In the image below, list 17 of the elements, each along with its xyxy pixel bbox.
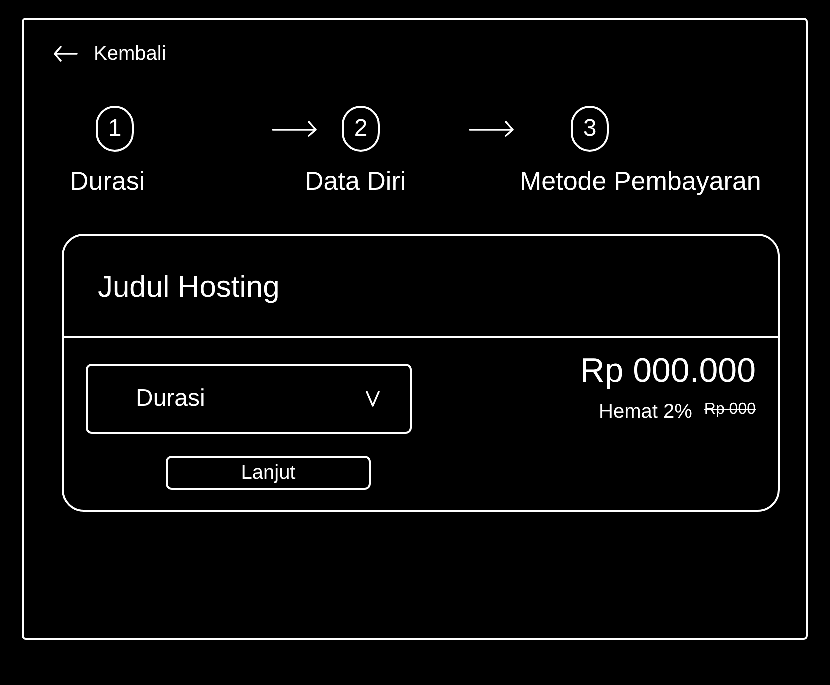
duration-select[interactable]: Durasi (86, 364, 412, 434)
original-price: Rp 000 (704, 400, 756, 420)
step-label: Data Diri (305, 166, 406, 196)
chevron-down-icon (366, 391, 380, 407)
step-label: Metode Pembayaran (520, 166, 762, 196)
continue-button[interactable]: Lanjut (166, 456, 371, 490)
price: Rp 000.000 (580, 351, 756, 392)
card-title: Judul Hosting (98, 270, 280, 306)
arrow-right-icon (272, 121, 317, 137)
step-number: 2 (342, 106, 380, 152)
step-number: 1 (96, 106, 134, 152)
back-link[interactable]: Kembali (54, 40, 166, 68)
arrow-left-icon (54, 46, 78, 62)
step-number: 3 (571, 106, 609, 152)
savings-label: Hemat 2% (599, 400, 692, 425)
step-label: Durasi (70, 166, 146, 196)
arrow-right-icon (469, 121, 514, 137)
